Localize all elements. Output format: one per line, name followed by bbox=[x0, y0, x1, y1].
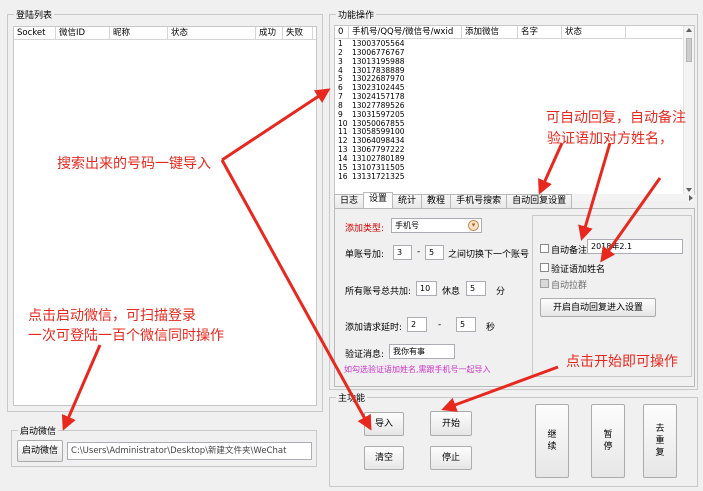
arrow-to-remark-checkbox bbox=[578, 142, 612, 241]
arrow-to-verify-name bbox=[600, 177, 662, 263]
arrow-to-import-button bbox=[220, 159, 372, 431]
arrow-to-start-wechat bbox=[61, 344, 102, 431]
annotation-arrows bbox=[61, 88, 662, 431]
login-tip-2: 一次可登陆一百个微信同时操作 bbox=[28, 328, 224, 344]
auto-reply-tip-1: 可自动回复，自动备注 bbox=[546, 110, 686, 126]
tab-settings[interactable]: 设置 bbox=[363, 192, 394, 208]
login-tip-1: 点击启动微信，可扫描登录 bbox=[28, 308, 196, 324]
arrow-to-auto-reply-tab bbox=[538, 142, 564, 195]
import-tip: 搜索出来的号码一键导入 bbox=[57, 156, 211, 172]
arrow-to-start-button bbox=[441, 365, 559, 412]
start-tip: 点击开始即可操作 bbox=[566, 354, 678, 370]
arrow-to-number-list bbox=[221, 88, 331, 162]
auto-reply-tip-2: 验证语加对方姓名， bbox=[547, 131, 673, 147]
